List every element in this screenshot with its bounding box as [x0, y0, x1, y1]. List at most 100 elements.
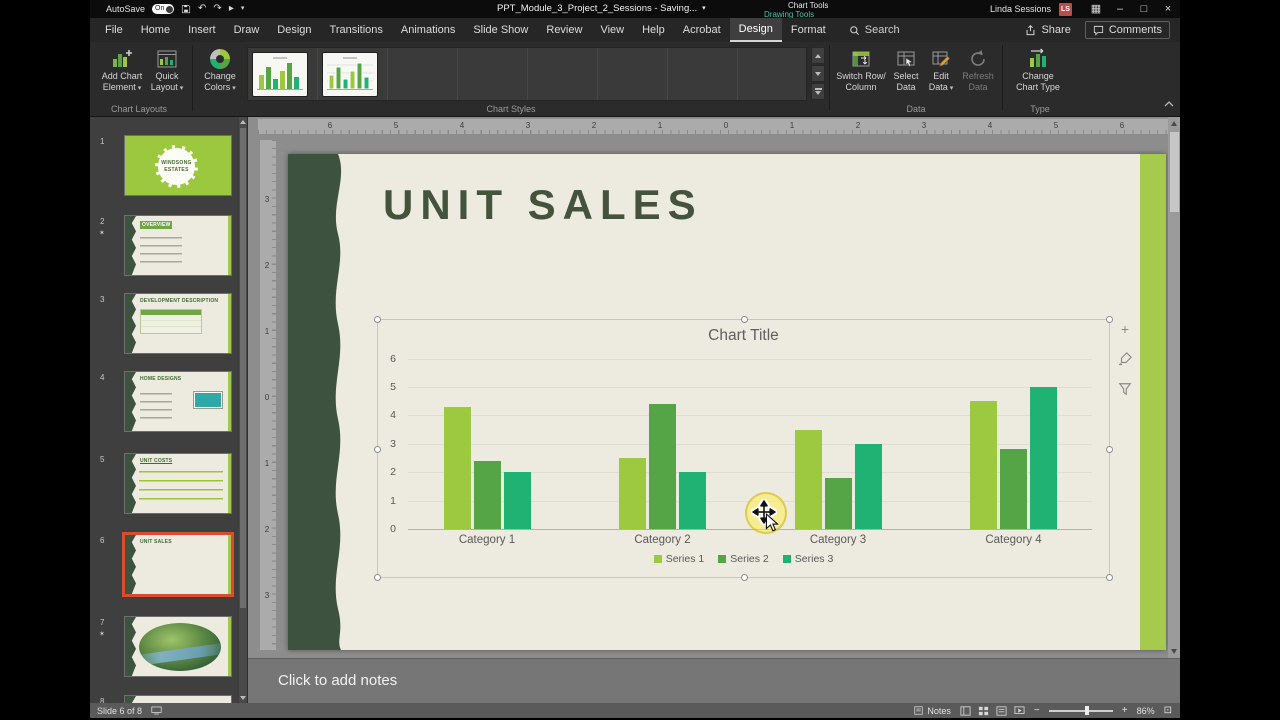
zoom-slider-thumb[interactable]: [1084, 706, 1089, 715]
slide-title[interactable]: UNIT SALES: [383, 181, 703, 229]
bar-series3-cat2[interactable]: [679, 472, 706, 529]
close-button[interactable]: ×: [1156, 0, 1180, 18]
save-icon[interactable]: [181, 4, 191, 14]
notes-toggle-button[interactable]: Notes: [914, 706, 951, 716]
normal-view-icon[interactable]: [960, 705, 971, 716]
slide-thumbnail-2[interactable]: OVERVIEW: [124, 215, 232, 276]
edit-data-button[interactable]: Edit Data ▾: [924, 45, 958, 93]
start-slideshow-icon[interactable]: ▸: [229, 0, 234, 18]
resize-handle-top-right[interactable]: [1106, 316, 1113, 323]
resize-handle-bottom-left[interactable]: [374, 574, 381, 581]
comments-button[interactable]: Comments: [1084, 21, 1170, 39]
ribbon-tab-slide-show-7[interactable]: Slide Show: [464, 18, 537, 42]
chart-filters-funnel-button[interactable]: [1116, 380, 1134, 398]
bar-series1-cat4[interactable]: [970, 401, 997, 529]
zoom-in-button[interactable]: +: [1122, 703, 1128, 718]
slideshow-view-icon[interactable]: [1014, 705, 1025, 716]
slide-thumbnail-8[interactable]: [124, 695, 232, 703]
slide-canvas[interactable]: UNIT SALES Chart Title 0 1 2 3 4 5 6 Category 1…: [288, 154, 1166, 650]
legend-item[interactable]: Series 2: [718, 553, 769, 565]
ribbon-tab-view-9[interactable]: View: [591, 18, 633, 42]
slide-entry-2[interactable]: 2 ✶ OVERVIEW: [90, 215, 240, 279]
zoom-percentage[interactable]: 86%: [1137, 706, 1155, 716]
gallery-scroll-up-button[interactable]: [811, 47, 825, 64]
gallery-scroll-down-button[interactable]: [811, 65, 825, 82]
bar-series1-cat2[interactable]: [619, 458, 646, 529]
ribbon-tab-design-4[interactable]: Design: [268, 18, 320, 42]
quick-layout-button[interactable]: Quick Layout ▾: [146, 45, 188, 93]
ribbon-display-options-icon[interactable]: ▦: [1084, 0, 1108, 18]
chart-styles-brush-button[interactable]: [1116, 350, 1134, 368]
notes-pane[interactable]: Click to add notes: [248, 658, 1180, 703]
slide-thumbnail-6[interactable]: UNIT SALES: [124, 534, 232, 595]
zoom-out-button[interactable]: −: [1034, 703, 1040, 718]
qat-customize-caret-icon[interactable]: ▾: [241, 0, 245, 18]
ribbon-tab-animations-6[interactable]: Animations: [392, 18, 464, 42]
share-button[interactable]: Share: [1025, 24, 1071, 36]
slide-thumbnail-5[interactable]: UNIT COSTS: [124, 453, 232, 514]
right-accent-stripe[interactable]: [1140, 154, 1166, 650]
maximize-button[interactable]: □: [1132, 0, 1156, 18]
vertical-scrollbar-thumb[interactable]: [1169, 132, 1179, 212]
ribbon-tab-acrobat-11[interactable]: Acrobat: [674, 18, 730, 42]
slide-entry-6[interactable]: 6 UNIT SALES: [90, 534, 240, 598]
resize-handle-top-left[interactable]: [374, 316, 381, 323]
chart-object[interactable]: Chart Title 0 1 2 3 4 5 6 Category 1 Category 2C…: [374, 316, 1113, 581]
undo-icon[interactable]: ↶: [198, 0, 206, 18]
reading-view-icon[interactable]: [996, 705, 1007, 716]
ribbon-tab-format-13[interactable]: Format: [782, 18, 835, 42]
left-wave-shape[interactable]: [288, 154, 358, 650]
switch-row-column-button[interactable]: Switch Row/ Column: [834, 45, 888, 92]
change-chart-type-button[interactable]: Change Chart Type: [1013, 45, 1063, 92]
scroll-up-icon[interactable]: [1168, 117, 1180, 130]
resize-handle-middle-left[interactable]: [374, 446, 381, 453]
slide-entry-8[interactable]: 8: [90, 695, 240, 703]
legend-item[interactable]: Series 1: [653, 553, 704, 565]
bar-series1-cat1[interactable]: [443, 406, 471, 529]
minimize-button[interactable]: –: [1108, 0, 1132, 18]
ribbon-tab-file-0[interactable]: File: [96, 18, 132, 42]
resize-handle-top-middle[interactable]: [741, 316, 748, 323]
bar-series2-cat2[interactable]: [649, 404, 676, 529]
slide-entry-1[interactable]: 1 WINDSONG ESTATES: [90, 135, 240, 199]
chart-elements-plus-button[interactable]: +: [1116, 320, 1134, 338]
slide-thumbnail-7[interactable]: [124, 616, 232, 677]
slide-entry-4[interactable]: 4 HOME DESIGNS: [90, 371, 240, 435]
collapse-ribbon-button[interactable]: [1164, 95, 1174, 113]
redo-icon[interactable]: ↷: [213, 0, 221, 18]
bar-series2-cat4[interactable]: [1000, 449, 1027, 529]
resize-handle-middle-right[interactable]: [1106, 446, 1113, 453]
panel-scroll-up-icon[interactable]: [239, 117, 247, 127]
slide-entry-3[interactable]: 3 DEVELOPMENT DESCRIPTION: [90, 293, 240, 357]
legend-item[interactable]: Series 3: [782, 553, 833, 565]
panel-scrollbar[interactable]: [239, 117, 247, 703]
slide-entry-5[interactable]: 5 UNIT COSTS: [90, 453, 240, 517]
bar-series2-cat1[interactable]: [473, 460, 501, 529]
chart-style-option-2[interactable]: [322, 52, 378, 97]
user-avatar[interactable]: LS: [1059, 2, 1072, 16]
zoom-slider[interactable]: [1048, 706, 1113, 715]
chart-style-option-1[interactable]: [252, 52, 308, 97]
slide-thumbnail-4[interactable]: HOME DESIGNS: [124, 371, 232, 432]
refresh-data-button[interactable]: Refresh Data: [958, 45, 998, 92]
bar-series1-cat3[interactable]: [794, 429, 822, 529]
panel-scroll-down-icon[interactable]: [239, 693, 247, 703]
display-icon[interactable]: [151, 706, 162, 715]
panel-scrollbar-thumb[interactable]: [240, 128, 246, 608]
add-chart-element-button[interactable]: Add Chart Element ▾: [98, 45, 146, 93]
ribbon-tab-design-12[interactable]: Design: [729, 18, 782, 42]
gallery-more-button[interactable]: [811, 83, 825, 100]
search-box[interactable]: Search: [849, 18, 900, 42]
bar-series3-cat1[interactable]: [503, 472, 531, 529]
bar-series3-cat3[interactable]: [854, 443, 882, 529]
slide-thumbnail-3[interactable]: DEVELOPMENT DESCRIPTION: [124, 293, 232, 354]
ribbon-tab-insert-2[interactable]: Insert: [179, 18, 225, 42]
ribbon-tab-transitions-5[interactable]: Transitions: [321, 18, 392, 42]
slide-entry-7[interactable]: 7 ✶: [90, 616, 240, 680]
ribbon-tab-help-10[interactable]: Help: [633, 18, 674, 42]
select-data-button[interactable]: Select Data: [888, 45, 924, 92]
bar-series2-cat3[interactable]: [824, 477, 852, 529]
change-colors-button[interactable]: Change Colors ▾: [197, 45, 243, 93]
slide-thumbnail-1[interactable]: WINDSONG ESTATES: [124, 135, 232, 196]
scroll-down-icon[interactable]: [1168, 645, 1180, 658]
